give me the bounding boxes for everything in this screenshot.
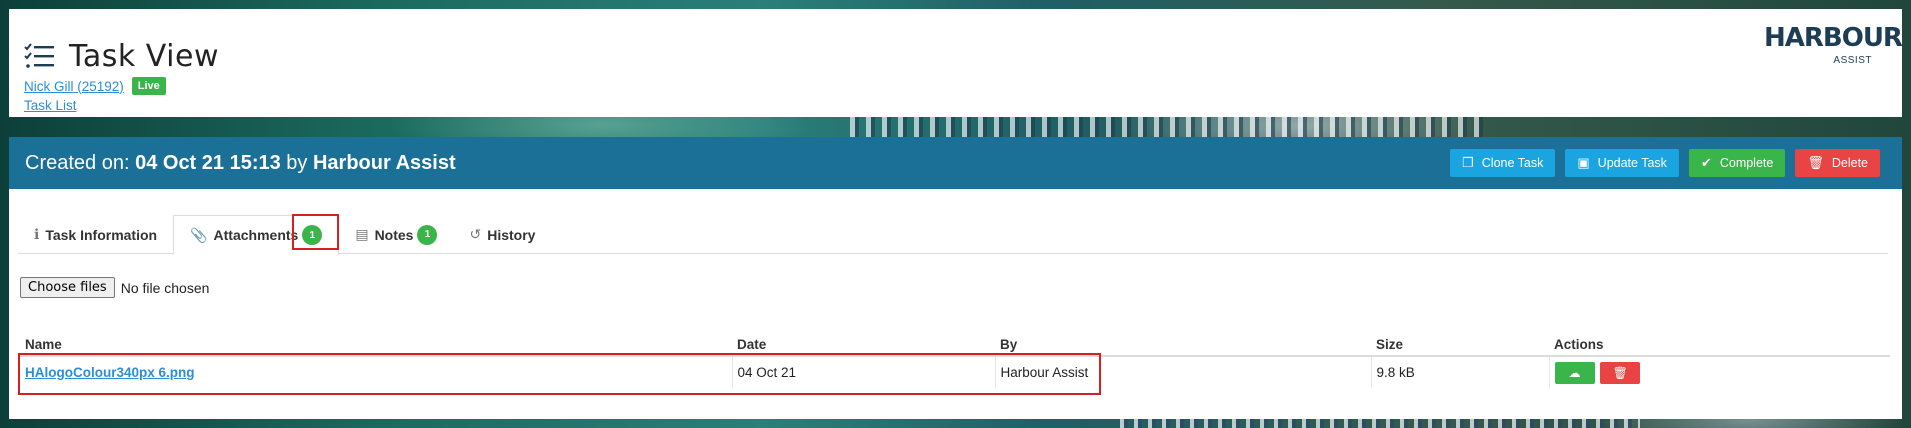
delete-label: Delete: [1831, 156, 1868, 170]
task-list-link[interactable]: Task List: [24, 98, 77, 113]
tab-task-information[interactable]: ℹ Task Information: [18, 215, 173, 254]
highlight-attachment-row: [18, 353, 1101, 395]
update-task-button[interactable]: ▣ Update Task: [1565, 149, 1679, 177]
clone-task-label: Clone Task: [1481, 156, 1544, 170]
created-prefix: Created on:: [25, 151, 130, 174]
file-size: 9.8 kB: [1371, 356, 1550, 388]
action-buttons: ❐ Clone Task ▣ Update Task ✔ Complete 🗑 …: [1450, 149, 1880, 177]
complete-button[interactable]: ✔ Complete: [1688, 149, 1786, 177]
created-info: Created on: 04 Oct 21 15:13 by Harbour A…: [25, 152, 456, 175]
trash-icon: 🗑: [1807, 155, 1824, 170]
check-circle-icon: ✔: [1700, 155, 1712, 170]
info-icon: ℹ: [34, 226, 40, 242]
complete-label: Complete: [1719, 156, 1774, 170]
column-header-size[interactable]: Size: [1371, 333, 1549, 357]
paperclip-icon: 📎: [190, 226, 208, 243]
notes-count-badge: 1: [417, 224, 438, 245]
download-button[interactable]: ☁: [1554, 361, 1595, 384]
row-actions: ☁ 🗑: [1549, 356, 1890, 388]
tab-label: History: [487, 226, 536, 243]
created-by: Harbour Assist: [312, 151, 456, 174]
harbour-assist-logo: HARBOUR ASSIST: [1764, 23, 1903, 73]
file-upload: Choose files No file chosen: [20, 277, 209, 298]
page-header: Task View Nick Gill (25192) Live Task Li…: [9, 9, 1903, 117]
logo-subtext: ASSIST: [1833, 55, 1872, 66]
column-header-actions: Actions: [1549, 333, 1890, 357]
logo-text: HARBOUR: [1764, 23, 1903, 53]
status-badge: Live: [131, 77, 166, 95]
cloud-download-icon: ☁: [1568, 365, 1581, 380]
panel-header: Created on: 04 Oct 21 15:13 by Harbour A…: [9, 137, 1902, 189]
tab-label: Task Information: [45, 226, 158, 243]
user-row: Nick Gill (25192) Live: [24, 77, 166, 95]
created-by-word: by: [286, 151, 308, 174]
highlight-attachments-badge: [292, 214, 339, 250]
document-icon: ▤: [355, 226, 369, 242]
tab-label: Attachments: [213, 227, 299, 243]
save-icon: ▣: [1577, 155, 1590, 170]
task-panel: Created on: 04 Oct 21 15:13 by Harbour A…: [9, 137, 1902, 419]
user-link[interactable]: Nick Gill (25192): [24, 79, 124, 94]
tab-history[interactable]: ↺ History: [453, 215, 551, 254]
file-status: No file chosen: [120, 279, 210, 296]
created-date: 04 Oct 21 15:13: [135, 151, 281, 174]
checklist-icon: [24, 42, 54, 68]
tab-label: Notes: [374, 226, 414, 243]
update-task-label: Update Task: [1597, 156, 1667, 170]
delete-button[interactable]: 🗑 Delete: [1795, 149, 1880, 177]
tab-notes[interactable]: ▤ Notes 1: [339, 215, 453, 254]
background-marina: [850, 117, 1490, 137]
delete-attachment-button[interactable]: 🗑: [1600, 361, 1641, 384]
trash-icon: 🗑: [1612, 365, 1628, 380]
title-row: Task View: [23, 39, 219, 74]
choose-files-button[interactable]: Choose files: [20, 277, 115, 298]
page-title: Task View: [69, 39, 219, 74]
history-icon: ↺: [469, 226, 482, 242]
copy-icon: ❐: [1462, 155, 1474, 170]
clone-task-button[interactable]: ❐ Clone Task: [1450, 149, 1556, 177]
